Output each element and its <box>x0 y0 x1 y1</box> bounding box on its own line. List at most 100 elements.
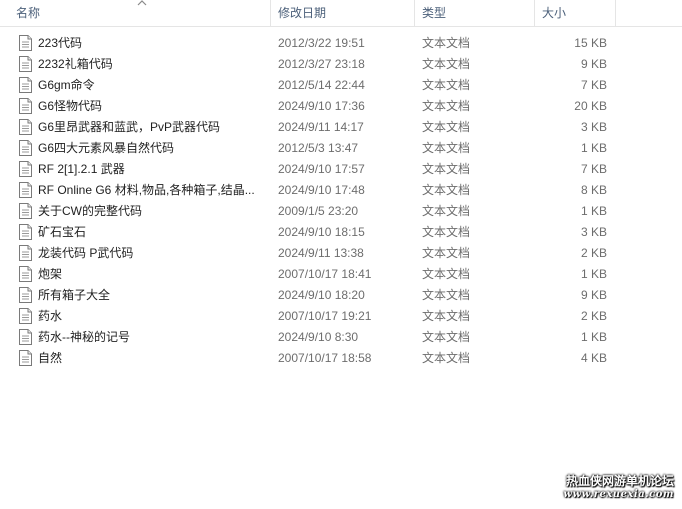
file-size: 8 KB <box>580 183 607 197</box>
file-row[interactable]: G6gm命令 2012/5/14 22:44 文本文档 7 KB <box>0 75 682 96</box>
file-type: 文本文档 <box>422 78 471 92</box>
file-row[interactable]: 自然 2007/10/17 18:58 文本文档 4 KB <box>0 348 682 369</box>
file-row[interactable]: 矿石宝石 2024/9/10 18:15 文本文档 3 KB <box>0 222 682 243</box>
file-size: 1 KB <box>580 267 607 281</box>
file-type: 文本文档 <box>422 99 471 113</box>
file-name: 关于CW的完整代码 <box>38 204 142 218</box>
file-type: 文本文档 <box>422 288 471 302</box>
file-type: 文本文档 <box>422 330 471 344</box>
text-document-icon <box>19 329 32 345</box>
column-header-size[interactable]: 大小 <box>536 0 616 26</box>
file-date: 2024/9/11 13:38 <box>278 246 364 260</box>
text-document-icon <box>19 119 32 135</box>
file-row[interactable]: 炮架 2007/10/17 18:41 文本文档 1 KB <box>0 264 682 285</box>
text-document-icon <box>19 161 32 177</box>
file-date: 2024/9/10 18:20 <box>278 288 365 302</box>
file-type: 文本文档 <box>422 204 471 218</box>
file-name: 龙装代码 P武代码 <box>38 246 134 260</box>
file-list: 223代码 2012/3/22 19:51 文本文档 15 KB 2232礼箱代码 201… <box>0 33 682 369</box>
file-row[interactable]: G6四大元素风暴自然代码 2012/5/3 13:47 文本文档 1 KB <box>0 138 682 159</box>
file-name: 2232礼箱代码 <box>38 57 113 71</box>
file-type: 文本文档 <box>422 57 471 71</box>
file-size: 7 KB <box>580 78 607 92</box>
text-document-icon <box>19 182 32 198</box>
file-row[interactable]: 关于CW的完整代码 2009/1/5 23:20 文本文档 1 KB <box>0 201 682 222</box>
file-type: 文本文档 <box>422 267 471 281</box>
file-date: 2007/10/17 18:41 <box>278 267 372 281</box>
file-type: 文本文档 <box>422 36 471 50</box>
file-row[interactable]: 2232礼箱代码 2012/3/27 23:18 文本文档 9 KB <box>0 54 682 75</box>
column-header-type-label: 类型 <box>422 6 447 20</box>
file-size: 20 KB <box>574 99 607 113</box>
file-type: 文本文档 <box>422 246 471 260</box>
column-header-date[interactable]: 修改日期 <box>272 0 415 26</box>
file-name: 炮架 <box>38 267 63 281</box>
file-name: 自然 <box>38 351 63 365</box>
file-date: 2024/9/10 17:57 <box>278 162 365 176</box>
file-date: 2012/3/27 23:18 <box>278 57 365 71</box>
file-date: 2012/3/22 19:51 <box>278 36 365 50</box>
column-header-name-label: 名称 <box>16 6 41 20</box>
file-date: 2009/1/5 23:20 <box>278 204 359 218</box>
file-size: 9 KB <box>580 57 607 71</box>
file-date: 2024/9/10 8:30 <box>278 330 359 344</box>
file-date: 2007/10/17 19:21 <box>278 309 372 323</box>
text-document-icon <box>19 224 32 240</box>
file-type: 文本文档 <box>422 309 471 323</box>
file-row[interactable]: G6里昂武器和蓝武，PvP武器代码 2024/9/11 14:17 文本文档 3 KB <box>0 117 682 138</box>
file-row[interactable]: RF Online G6 材料,物品,各种箱子,结晶... 2024/9/10 1… <box>0 180 682 201</box>
text-document-icon <box>19 266 32 282</box>
file-date: 2024/9/10 17:48 <box>278 183 365 197</box>
column-header-bar: 名称 修改日期 类型 大小 <box>0 0 682 27</box>
file-type: 文本文档 <box>422 225 471 239</box>
file-row[interactable]: RF 2[1].2.1 武器 2024/9/10 17:57 文本文档 7 KB <box>0 159 682 180</box>
column-header-size-label: 大小 <box>542 6 567 20</box>
file-size: 4 KB <box>580 351 607 365</box>
file-date: 2024/9/11 14:17 <box>278 120 364 134</box>
file-row[interactable]: 所有箱子大全 2024/9/10 18:20 文本文档 9 KB <box>0 285 682 306</box>
file-row[interactable]: 药水 2007/10/17 19:21 文本文档 2 KB <box>0 306 682 327</box>
file-size: 3 KB <box>580 120 607 134</box>
file-name: 223代码 <box>38 36 83 50</box>
file-size: 2 KB <box>580 309 607 323</box>
file-date: 2024/9/10 18:15 <box>278 225 365 239</box>
column-header-type[interactable]: 类型 <box>416 0 535 26</box>
file-name: 矿石宝石 <box>38 225 87 239</box>
file-size: 15 KB <box>574 36 607 50</box>
forum-watermark: 热血侠网游单机论坛 www.rexuexia.com <box>563 474 674 502</box>
file-size: 7 KB <box>580 162 607 176</box>
text-document-icon <box>19 56 32 72</box>
text-document-icon <box>19 245 32 261</box>
column-header-date-label: 修改日期 <box>278 6 327 20</box>
file-row[interactable]: 龙装代码 P武代码 2024/9/11 13:38 文本文档 2 KB <box>0 243 682 264</box>
file-date: 2012/5/14 22:44 <box>278 78 365 92</box>
file-name: G6里昂武器和蓝武，PvP武器代码 <box>38 120 221 134</box>
sort-ascending-icon <box>137 0 147 6</box>
file-size: 1 KB <box>580 204 607 218</box>
file-type: 文本文档 <box>422 141 471 155</box>
file-row[interactable]: 223代码 2012/3/22 19:51 文本文档 15 KB <box>0 33 682 54</box>
file-name: G6gm命令 <box>38 78 95 92</box>
text-document-icon <box>19 98 32 114</box>
file-name: G6怪物代码 <box>38 99 103 113</box>
watermark-url: www.rexuexia.com <box>563 489 674 500</box>
file-size: 1 KB <box>580 330 607 344</box>
file-type: 文本文档 <box>422 162 471 176</box>
file-date: 2024/9/10 17:36 <box>278 99 365 113</box>
file-type: 文本文档 <box>422 351 471 365</box>
file-date: 2007/10/17 18:58 <box>278 351 372 365</box>
file-row[interactable]: G6怪物代码 2024/9/10 17:36 文本文档 20 KB <box>0 96 682 117</box>
file-type: 文本文档 <box>422 120 471 134</box>
file-size: 3 KB <box>580 225 607 239</box>
text-document-icon <box>19 140 32 156</box>
file-name: RF 2[1].2.1 武器 <box>38 162 125 176</box>
text-document-icon <box>19 308 32 324</box>
file-type: 文本文档 <box>422 183 471 197</box>
file-size: 9 KB <box>580 288 607 302</box>
file-name: 药水--神秘的记号 <box>38 330 130 344</box>
text-document-icon <box>19 35 32 51</box>
file-name: 药水 <box>38 309 63 323</box>
file-row[interactable]: 药水--神秘的记号 2024/9/10 8:30 文本文档 1 KB <box>0 327 682 348</box>
text-document-icon <box>19 287 32 303</box>
file-name: G6四大元素风暴自然代码 <box>38 141 175 155</box>
